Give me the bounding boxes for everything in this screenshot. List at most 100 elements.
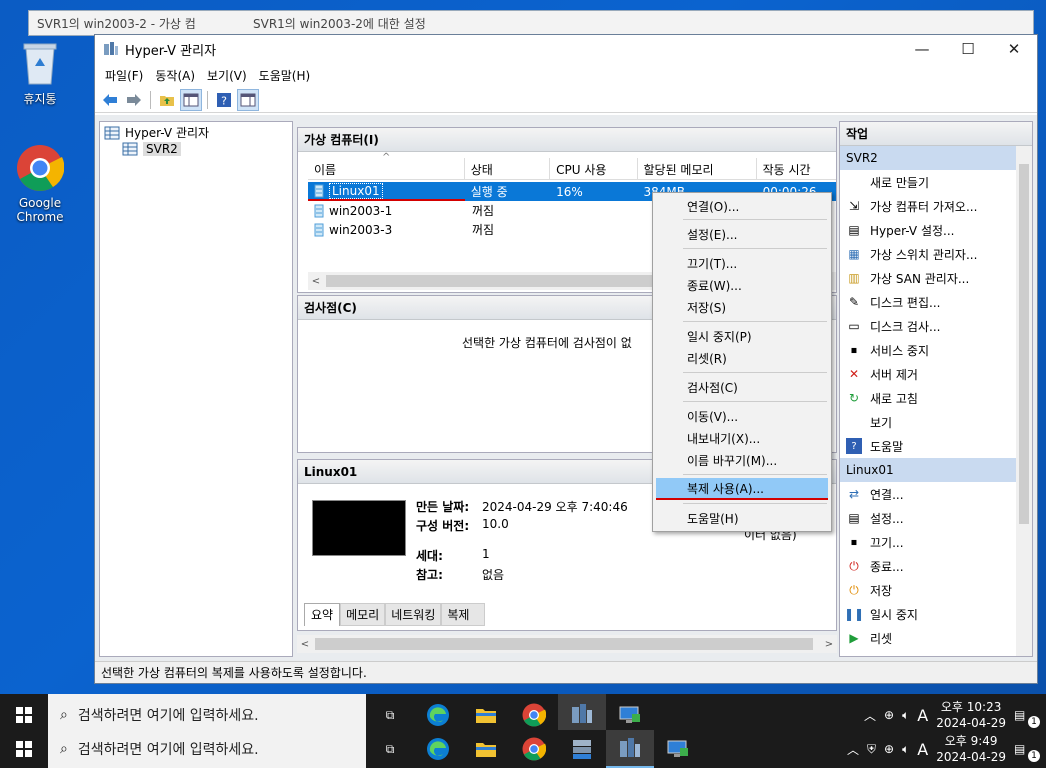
- action-save[interactable]: ⏻ 저장: [840, 578, 1032, 602]
- show-hide-action-pane-button[interactable]: [237, 88, 259, 111]
- maximize-button[interactable]: ☐: [945, 35, 991, 63]
- vm-connect-taskbar-button[interactable]: [654, 730, 702, 768]
- svg-text:?: ?: [221, 94, 227, 107]
- taskbar-search-box[interactable]: ⌕ 검색하려면 여기에 입력하세요.: [48, 730, 366, 768]
- notifications-button[interactable]: ▤ 1: [1014, 708, 1040, 728]
- ctx-settings[interactable]: 설정(E)...: [656, 223, 828, 245]
- hyperv-manager-icon: [104, 126, 120, 139]
- menu-file[interactable]: 파일(F): [99, 67, 149, 84]
- tab-networking[interactable]: 네트워킹: [385, 603, 442, 626]
- show-hidden-icons-button[interactable]: ︿: [864, 707, 876, 724]
- background-tab-vm[interactable]: SVR1의 win2003-2 - 가상 컴: [37, 15, 196, 32]
- scroll-thumb[interactable]: [1019, 164, 1029, 524]
- tree-root-hyperv-manager[interactable]: Hyper-V 관리자: [104, 124, 209, 141]
- taskbar-clock[interactable]: 오후 10:23 2024-04-29: [936, 699, 1006, 731]
- action-pause[interactable]: ❚❚ 일시 중지: [840, 602, 1032, 626]
- scroll-left-icon[interactable]: <: [297, 639, 313, 650]
- forward-button[interactable]: [123, 89, 145, 111]
- action-turn-off[interactable]: ⏹ 끄기...: [840, 530, 1032, 554]
- stop-icon: ⏹: [850, 342, 857, 357]
- ctx-save[interactable]: 저장(S): [656, 296, 828, 318]
- edge-taskbar-button[interactable]: [414, 730, 462, 768]
- menu-action[interactable]: 동작(A): [149, 67, 201, 84]
- background-tab-settings[interactable]: SVR1의 win2003-2에 대한 설정: [253, 15, 426, 32]
- notifications-button[interactable]: ▤ 1: [1014, 742, 1040, 762]
- ctx-shut-down[interactable]: 종료(W)...: [656, 274, 828, 296]
- recycle-bin-shortcut[interactable]: 휴지통: [4, 40, 76, 107]
- actions-group-svr2[interactable]: SVR2▲: [840, 146, 1032, 170]
- action-virtual-switch-manager[interactable]: ▦ 가상 스위치 관리자...: [840, 242, 1032, 266]
- up-folder-button[interactable]: [156, 89, 178, 111]
- ctx-checkpoint[interactable]: 검사점(C): [656, 376, 828, 398]
- notification-badge: 1: [1028, 716, 1040, 728]
- scroll-right-icon[interactable]: >: [821, 639, 837, 650]
- center-hscrollbar[interactable]: < >: [297, 635, 837, 653]
- tab-replication[interactable]: 복제: [441, 603, 486, 626]
- ctx-help[interactable]: 도움말(H): [656, 507, 828, 529]
- volume-icon[interactable]: 🔈︎: [902, 708, 909, 723]
- ctx-reset[interactable]: 리셋(R): [656, 347, 828, 369]
- ctx-move[interactable]: 이동(V)...: [656, 405, 828, 427]
- notification-icon: ▤: [1014, 742, 1026, 756]
- ctx-enable-replication[interactable]: 복제 사용(A)...: [656, 478, 828, 500]
- input-language-indicator[interactable]: A: [917, 740, 928, 759]
- ctx-export[interactable]: 내보내기(X)...: [656, 427, 828, 449]
- action-help[interactable]: ? 도움말: [840, 434, 1032, 458]
- col-uptime[interactable]: 작동 시간: [757, 158, 836, 179]
- tab-memory[interactable]: 메모리: [340, 603, 386, 626]
- tab-summary[interactable]: 요약: [304, 603, 341, 626]
- minimize-button[interactable]: —: [899, 35, 945, 63]
- action-remove-server[interactable]: ✕ 서버 제거: [840, 362, 1032, 386]
- menu-help[interactable]: 도움말(H): [253, 67, 317, 84]
- taskbar-clock[interactable]: 오후 9:49 2024-04-29: [936, 733, 1006, 765]
- action-connect[interactable]: ⇄ 연결...: [840, 482, 1032, 506]
- action-hyperv-settings[interactable]: ▤ Hyper-V 설정...: [840, 218, 1032, 242]
- show-hide-tree-button[interactable]: [180, 88, 202, 111]
- ctx-rename[interactable]: 이름 바꾸기(M)...: [656, 449, 828, 471]
- scroll-thumb[interactable]: [315, 638, 813, 650]
- close-button[interactable]: ✕: [991, 35, 1037, 63]
- file-explorer-taskbar-button[interactable]: [462, 730, 510, 768]
- ctx-pause[interactable]: 일시 중지(P): [656, 325, 828, 347]
- show-hidden-icons-button[interactable]: ︿: [847, 741, 859, 758]
- hyperv-taskbar-button[interactable]: [606, 730, 654, 768]
- settings-icon: ▤: [848, 223, 860, 237]
- col-memory[interactable]: 할당된 메모리: [638, 158, 757, 179]
- hyperv-manager-window: Hyper-V 관리자 — ☐ ✕ 파일(F) 동작(A) 보기(V) 도움말(…: [94, 34, 1038, 684]
- input-language-indicator[interactable]: A: [917, 706, 928, 725]
- tree-server-svr2[interactable]: SVR2: [122, 142, 181, 156]
- scroll-left-icon[interactable]: <: [308, 276, 324, 287]
- back-button[interactable]: [99, 89, 121, 111]
- task-view-button[interactable]: ⧉: [366, 730, 414, 768]
- action-refresh[interactable]: ↻ 새로 고침: [840, 386, 1032, 410]
- chrome-shortcut[interactable]: Google Chrome: [4, 144, 76, 224]
- sort-ascending-icon: ^: [382, 152, 391, 163]
- volume-icon[interactable]: 🔈︎: [902, 742, 909, 757]
- action-reset[interactable]: ▶ 리셋: [840, 626, 1032, 650]
- chrome-taskbar-button[interactable]: [510, 730, 558, 768]
- col-name[interactable]: 이름 ^: [308, 152, 465, 179]
- action-new[interactable]: 새로 만들기▶: [840, 170, 1032, 194]
- action-stop-service[interactable]: ⏹ 서비스 중지: [840, 338, 1032, 362]
- col-cpu[interactable]: CPU 사용: [550, 158, 638, 179]
- server-manager-taskbar-button[interactable]: [558, 730, 606, 768]
- security-icon[interactable]: ⛨: [867, 742, 876, 757]
- action-import-vm[interactable]: ⇲ 가상 컴퓨터 가져오...: [840, 194, 1032, 218]
- actions-vscrollbar[interactable]: [1016, 146, 1032, 656]
- ctx-turn-off[interactable]: 끄기(T)...: [656, 252, 828, 274]
- action-edit-disk[interactable]: ✎ 디스크 편집...: [840, 290, 1032, 314]
- action-inspect-disk[interactable]: ▭ 디스크 검사...: [840, 314, 1032, 338]
- help-button[interactable]: ?: [213, 89, 235, 111]
- action-pane-icon: [240, 93, 256, 106]
- action-virtual-san-manager[interactable]: ▥ 가상 SAN 관리자...: [840, 266, 1032, 290]
- start-button[interactable]: [0, 730, 48, 768]
- network-icon[interactable]: ⊕: [884, 742, 894, 756]
- action-shut-down[interactable]: ⏻ 종료...: [840, 554, 1032, 578]
- ctx-connect[interactable]: 연결(O)...: [656, 195, 828, 217]
- menu-view[interactable]: 보기(V): [201, 67, 253, 84]
- actions-group-linux01[interactable]: Linux01▲: [840, 458, 1032, 482]
- action-settings[interactable]: ▤ 설정...: [840, 506, 1032, 530]
- action-view[interactable]: 보기▶: [840, 410, 1032, 434]
- col-state[interactable]: 상태: [465, 158, 551, 179]
- network-icon[interactable]: ⊕: [884, 708, 894, 722]
